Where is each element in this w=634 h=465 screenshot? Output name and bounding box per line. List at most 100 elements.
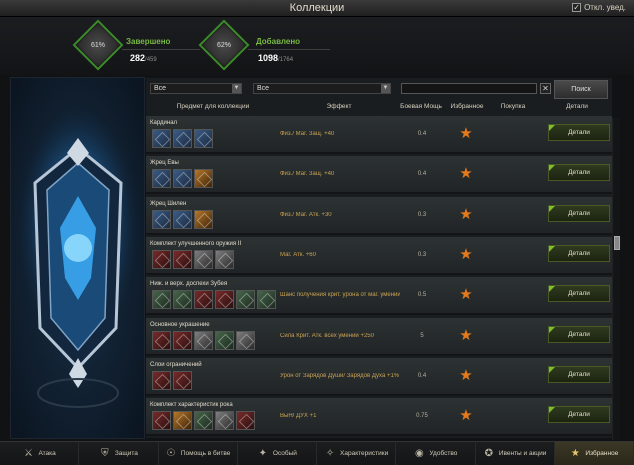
collection-name: Кардинал — [150, 120, 178, 126]
collection-items — [152, 249, 234, 269]
collection-item-icon[interactable] — [215, 411, 234, 431]
category-tab[interactable]: ✦ Особый — [238, 442, 317, 465]
category-tab[interactable]: ★ Избранное — [554, 442, 634, 465]
favorite-star-icon[interactable]: ★ — [458, 327, 474, 344]
completed-progress-badge: 61% — [72, 19, 124, 71]
clear-search-button[interactable]: ✕ — [540, 83, 551, 94]
collection-item-icon[interactable] — [173, 209, 192, 229]
filter-select-2[interactable]: Все ▼ — [253, 83, 391, 94]
collection-name: Жрец Евы — [150, 160, 179, 167]
category-tab-label: Характеристики — [340, 450, 389, 457]
collection-item-icon[interactable] — [173, 129, 192, 148]
collection-item-icon[interactable] — [194, 290, 213, 310]
category-tab[interactable]: ✪ Ивенты и акции — [476, 442, 555, 465]
collection-item-icon[interactable] — [194, 330, 213, 350]
notifications-label: Откл. увед. — [584, 3, 626, 12]
collection-item-icon[interactable] — [152, 411, 171, 431]
collection-row[interactable]: Комплект улучшенного оружия II Маг. Атк. … — [146, 236, 612, 275]
category-tab-label: Атака — [38, 450, 56, 457]
col-header-power: Боевая Мощь — [400, 103, 442, 110]
collection-power: 0.4 — [417, 131, 427, 137]
collection-item-icon[interactable] — [236, 290, 255, 310]
favorite-star-icon[interactable]: ★ — [458, 246, 474, 263]
collection-item-icon[interactable] — [194, 129, 213, 148]
details-button[interactable]: Детали — [548, 244, 610, 262]
collection-item-icon[interactable] — [215, 249, 234, 269]
collection-name: Ниж. и верх. доспехи Зубея — [150, 281, 228, 288]
collection-item-icon[interactable] — [173, 249, 192, 269]
collection-item-icon[interactable] — [173, 411, 192, 431]
collection-row[interactable]: Ниж. и верх. доспехи Зубея Шанс получения… — [146, 277, 612, 316]
notifications-toggle[interactable]: ✓ Откл. увед. — [572, 3, 626, 12]
notifications-checkbox[interactable]: ✓ — [572, 3, 582, 12]
table-scrollbar[interactable] — [612, 118, 620, 440]
collection-items — [152, 209, 213, 229]
collection-effect: Шанс получения крит. урона от маг. умени… — [280, 292, 400, 299]
added-progress-badge: 62% — [198, 19, 250, 71]
col-header-favorite: Избранное — [450, 103, 484, 110]
category-tab[interactable]: ☉ Помощь в битве — [159, 442, 238, 465]
category-tab[interactable]: ⛨ Защита — [79, 442, 159, 465]
collection-item-icon[interactable] — [152, 169, 171, 189]
collection-item-icon[interactable] — [215, 290, 234, 310]
collection-item-icon[interactable] — [152, 370, 171, 390]
details-button[interactable]: Детали — [548, 325, 610, 343]
details-button[interactable]: Детали — [548, 164, 610, 182]
collection-item-icon[interactable] — [236, 330, 255, 350]
details-button[interactable]: Детали — [548, 406, 610, 424]
favorite-star-icon[interactable]: ★ — [458, 126, 474, 142]
favorite-star-icon[interactable]: ★ — [458, 166, 474, 182]
collection-row[interactable]: Комплект характеристик рока ВыН/ ДУХ +1 0.… — [146, 398, 612, 437]
sparkle-icon: ✦ — [258, 447, 268, 459]
collection-effect: Физ./ Маг. Атк. +30 — [280, 211, 332, 218]
favorite-star-icon[interactable]: ★ — [458, 408, 474, 424]
collection-items — [152, 411, 255, 431]
search-button[interactable]: Поиск — [554, 80, 608, 99]
completed-label: Завершено — [126, 37, 171, 46]
collection-item-icon[interactable] — [152, 249, 171, 269]
collection-row[interactable]: Жрец Евы Физ./ Маг. Защ. +40 0.4 ★ Детали — [146, 156, 612, 195]
scroll-thumb[interactable] — [614, 236, 620, 250]
collection-item-icon[interactable] — [236, 411, 255, 431]
collection-item-icon[interactable] — [152, 209, 171, 229]
search-input[interactable] — [401, 83, 537, 94]
collection-item-icon[interactable] — [152, 330, 171, 350]
details-button[interactable]: Детали — [548, 204, 610, 222]
collection-item-icon[interactable] — [152, 290, 171, 310]
collection-item-icon[interactable] — [194, 209, 213, 229]
filter-select-1[interactable]: Все ▼ — [150, 83, 242, 94]
collection-item-icon[interactable] — [173, 330, 192, 350]
collection-power: 0.3 — [417, 251, 427, 258]
details-button[interactable]: Детали — [548, 365, 610, 383]
collection-item-icon[interactable] — [173, 169, 192, 189]
completed-percent: 61% — [90, 41, 105, 49]
collection-items — [152, 290, 276, 310]
col-header-details: Детали — [566, 103, 588, 110]
collection-effect: ВыН/ ДУХ +1 — [280, 413, 317, 420]
category-tab[interactable]: ◉ Удобство — [396, 442, 476, 465]
collection-power: 0.4 — [417, 171, 427, 178]
details-button[interactable]: Детали — [548, 285, 610, 303]
collection-item-icon[interactable] — [194, 411, 213, 431]
category-tab[interactable]: ⚔ Атака — [0, 442, 80, 465]
collection-row[interactable]: Основное украшение Сила Крит. Атк. всех у… — [146, 317, 612, 356]
collection-item-icon[interactable] — [215, 330, 234, 350]
chevron-down-icon: ▼ — [232, 84, 241, 93]
collection-row[interactable]: Кардинал Физ./ Маг. Защ. +40 0.4 ★ Детали — [146, 116, 612, 154]
collection-item-icon[interactable] — [152, 129, 171, 148]
collection-item-icon[interactable] — [194, 249, 213, 269]
divider — [248, 49, 330, 50]
collection-item-icon[interactable] — [194, 169, 213, 189]
collection-item-icon[interactable] — [173, 290, 192, 310]
collection-row[interactable]: Жрец Шилен Физ./ Маг. Атк. +30 0.3 ★ Детали — [146, 196, 612, 235]
favorite-star-icon[interactable]: ★ — [458, 206, 474, 223]
favorite-star-icon[interactable]: ★ — [458, 367, 474, 384]
category-tab[interactable]: ✧ Характеристики — [317, 442, 397, 465]
details-button[interactable]: Детали — [548, 124, 610, 141]
collection-item-icon[interactable] — [173, 370, 192, 390]
collection-item-icon[interactable] — [257, 290, 276, 310]
collection-row[interactable]: Слои ограничений Урон от Зарядов Души/ За… — [146, 357, 612, 396]
favorite-star-icon[interactable]: ★ — [458, 287, 474, 303]
stats-bar: 61% Завершено 282/459 62% Добавлено 1098… — [0, 17, 634, 75]
category-tab-label: Избранное — [585, 450, 619, 457]
